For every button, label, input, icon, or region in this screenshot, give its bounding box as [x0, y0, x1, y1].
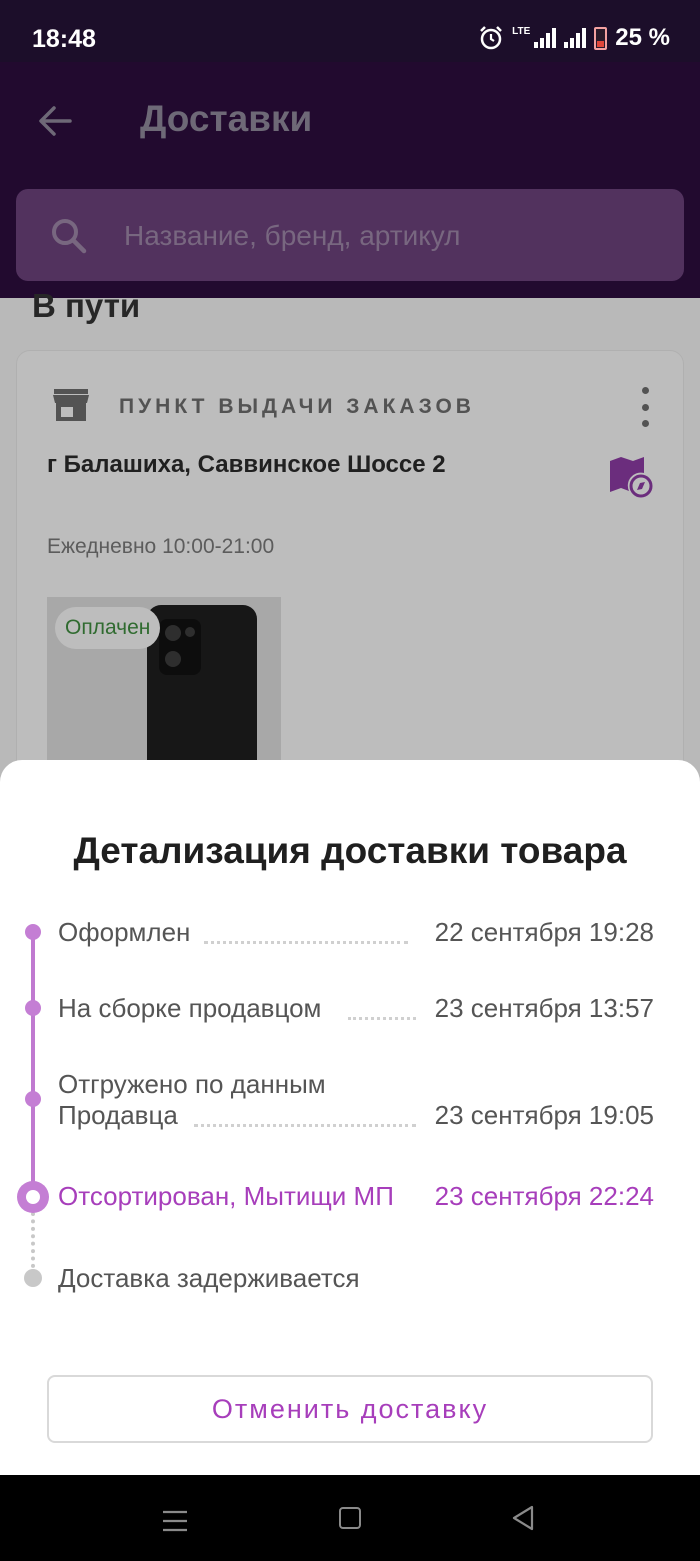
- signal-icon: [534, 28, 557, 48]
- timeline-step: Оформлен 22 сентября 19:28: [58, 917, 654, 948]
- timeline-dot: [25, 924, 41, 940]
- step-name: На сборке продавцом: [58, 993, 322, 1023]
- step-date: 23 сентября 19:05: [434, 1100, 654, 1130]
- home-icon[interactable]: [339, 1507, 361, 1529]
- step-date: 22 сентября 19:28: [434, 917, 654, 947]
- status-icons: LTE 25 %: [478, 24, 670, 52]
- step-date: 23 сентября 22:24: [434, 1181, 654, 1211]
- recent-apps-icon[interactable]: [162, 1510, 188, 1532]
- battery-level: 25 %: [615, 24, 670, 51]
- timeline-dot: [25, 1000, 41, 1016]
- dotted-leader: [194, 1124, 416, 1127]
- battery-icon: [594, 26, 608, 50]
- timeline-step-current: Отсортирован, Мытищи МП 23 сентября 22:2…: [58, 1181, 654, 1212]
- dotted-leader: [204, 941, 408, 944]
- timeline-dot: [25, 1091, 41, 1107]
- step-name: Отгружено по данным Продавца: [58, 1069, 326, 1131]
- step-name: Оформлен: [58, 917, 191, 947]
- status-bar: 18:48 LTE 25 %: [0, 0, 700, 62]
- signal-icon-2: [564, 28, 587, 48]
- delivery-details-sheet: Детализация доставки товара Оформлен 22 …: [0, 760, 700, 1475]
- back-triangle-icon[interactable]: [510, 1504, 536, 1532]
- step-date: 23 сентября 13:57: [434, 993, 654, 1023]
- timeline-step: На сборке продавцом 23 сентября 13:57: [58, 993, 654, 1024]
- system-nav-bar: [0, 1475, 700, 1561]
- timeline-dot-pending: [24, 1269, 42, 1287]
- status-time: 18:48: [32, 25, 96, 53]
- timeline-dot-current: [17, 1181, 49, 1213]
- step-name-line1: Отгружено по данным: [58, 1069, 326, 1099]
- step-name: Отсортирован, Мытищи МП: [58, 1181, 394, 1211]
- step-name: Доставка задерживается: [58, 1263, 360, 1293]
- dotted-leader: [348, 1017, 416, 1020]
- cancel-delivery-button[interactable]: Отменить доставку: [47, 1375, 653, 1443]
- timeline-line-pending: [31, 1212, 35, 1268]
- timeline-line: [31, 932, 35, 1194]
- network-type: LTE: [512, 25, 531, 37]
- sheet-title: Детализация доставки товара: [73, 830, 627, 871]
- timeline-step: Отгружено по данным Продавца 23 сентября…: [58, 1069, 654, 1131]
- step-name-line2: Продавца: [58, 1100, 178, 1130]
- timeline-step-pending: Доставка задерживается: [58, 1263, 654, 1294]
- alarm-icon: [480, 26, 503, 50]
